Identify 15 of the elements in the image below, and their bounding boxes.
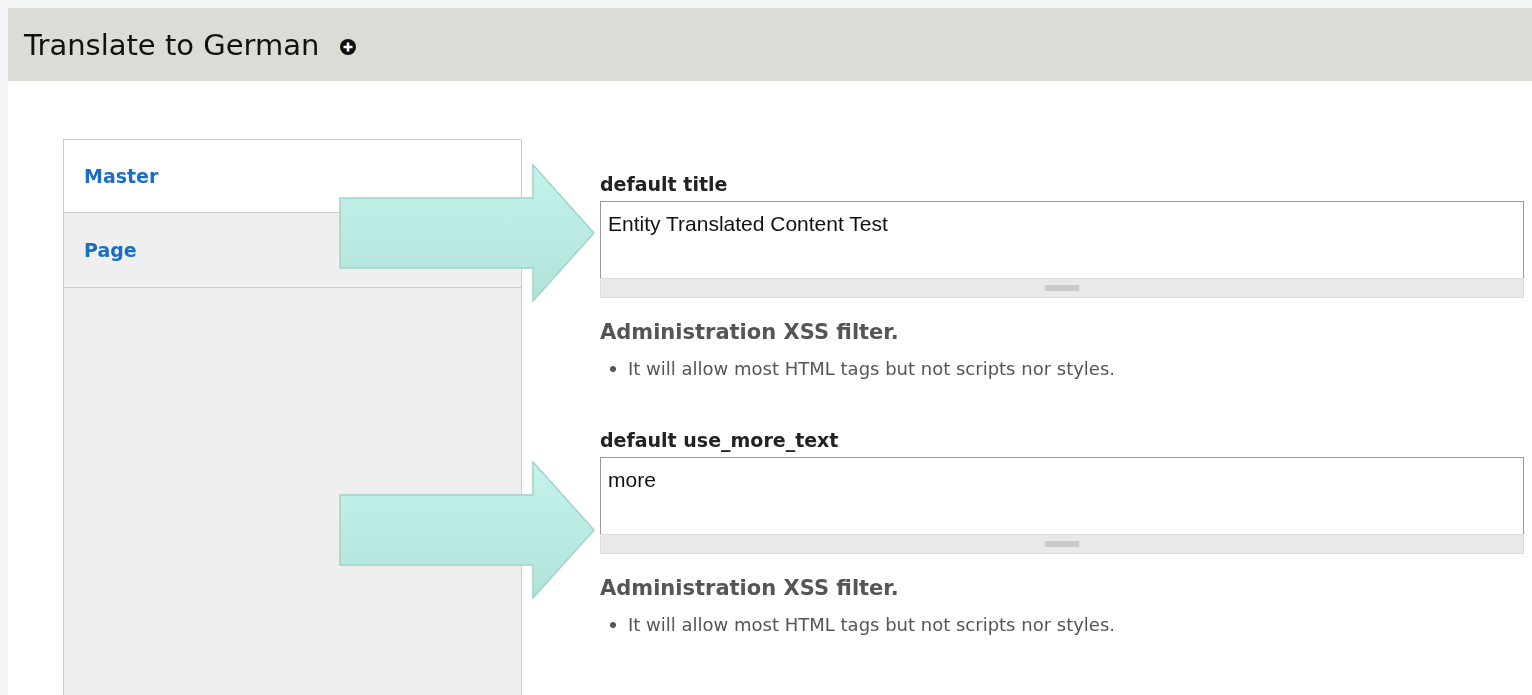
filter-tip: It will allow most HTML tags but not scripts nor styles. xyxy=(628,614,1116,635)
filter-tip: It will allow most HTML tags but not scripts nor styles. xyxy=(628,358,1116,379)
field-label: default use_more_text xyxy=(600,429,840,451)
text-area[interactable]: more xyxy=(600,457,1524,534)
add-icon[interactable] xyxy=(339,37,358,56)
resize-handle[interactable] xyxy=(600,278,1524,298)
vertical-tab[interactable]: Master xyxy=(64,140,521,212)
text-area[interactable]: Entity Translated Content Test xyxy=(600,201,1524,278)
bullet-icon xyxy=(610,621,616,628)
page-title: Translate to German xyxy=(24,27,320,62)
filter-title: Administration XSS filter. xyxy=(600,576,900,600)
field-label: default title xyxy=(600,173,729,195)
resize-handle[interactable] xyxy=(600,534,1524,554)
bullet-icon xyxy=(610,365,616,372)
filter-title: Administration XSS filter. xyxy=(600,320,900,344)
